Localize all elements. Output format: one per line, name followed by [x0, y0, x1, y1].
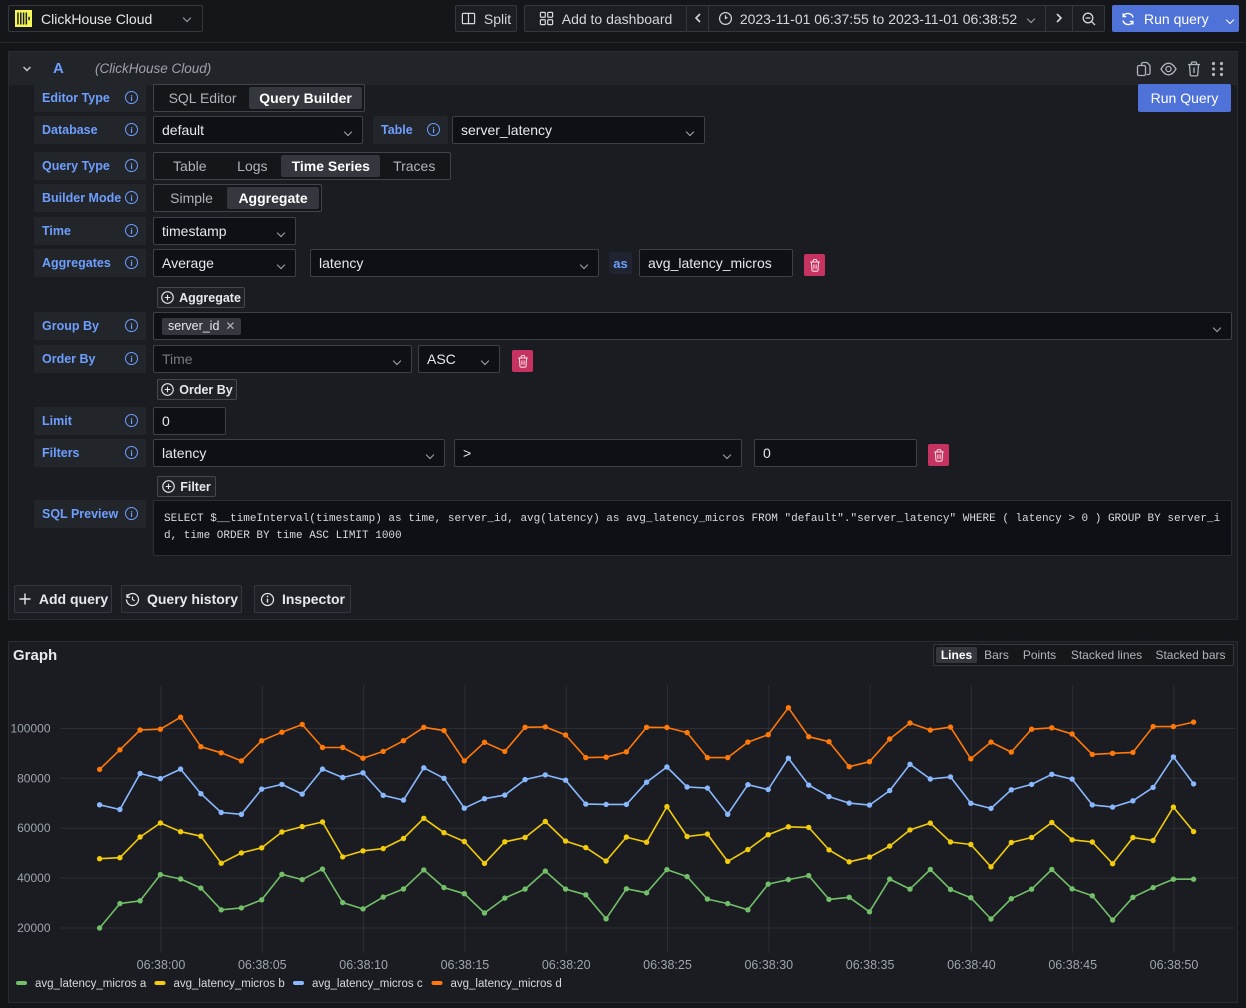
svg-text:06:38:40: 06:38:40 — [947, 958, 996, 972]
svg-text:06:38:45: 06:38:45 — [1048, 958, 1097, 972]
svg-text:40000: 40000 — [17, 871, 51, 885]
svg-text:20000: 20000 — [17, 921, 51, 935]
svg-text:100000: 100000 — [10, 722, 50, 736]
svg-text:avg_latency_micros b: avg_latency_micros b — [174, 978, 285, 990]
svg-text:60000: 60000 — [17, 821, 51, 835]
svg-text:avg_latency_micros d: avg_latency_micros d — [451, 978, 562, 990]
svg-text:06:38:35: 06:38:35 — [846, 958, 895, 972]
svg-text:06:38:15: 06:38:15 — [441, 958, 490, 972]
svg-text:06:38:25: 06:38:25 — [643, 958, 692, 972]
svg-text:06:38:50: 06:38:50 — [1150, 958, 1199, 972]
svg-text:06:38:00: 06:38:00 — [137, 958, 186, 972]
svg-text:80000: 80000 — [17, 771, 51, 785]
svg-text:avg_latency_micros c: avg_latency_micros c — [312, 978, 423, 990]
svg-text:06:38:10: 06:38:10 — [339, 958, 388, 972]
svg-text:06:38:30: 06:38:30 — [744, 958, 793, 972]
svg-text:06:38:20: 06:38:20 — [542, 958, 591, 972]
svg-text:avg_latency_micros a: avg_latency_micros a — [35, 978, 147, 990]
svg-text:06:38:05: 06:38:05 — [238, 958, 287, 972]
